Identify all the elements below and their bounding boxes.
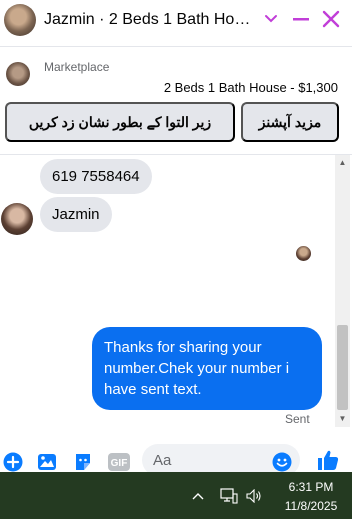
plus-icon[interactable] (3, 452, 23, 472)
avatar[interactable] (1, 203, 33, 235)
more-options-button[interactable]: مزید آپشنز (241, 102, 339, 142)
chevron-down-icon[interactable] (260, 8, 282, 30)
marketplace-label: Marketplace (44, 60, 110, 74)
scroll-down-arrow[interactable]: ▼ (335, 411, 350, 425)
emoji-icon[interactable] (272, 452, 292, 472)
message-status: Sent (285, 412, 310, 426)
message-list[interactable]: 619 7558464 Jazmin Thanks for sharing yo… (0, 155, 352, 427)
minimize-icon[interactable] (290, 8, 312, 30)
scroll-thumb[interactable] (337, 325, 348, 410)
scrollbar[interactable]: ▲ ▼ (335, 155, 350, 427)
chat-header: Jazmin · 2 Beds 1 Bath House · 2 Beds 1 … (0, 0, 352, 46)
listing-title[interactable]: 2 Beds 1 Bath House - $1,300 (164, 80, 338, 95)
listing-thumbnail[interactable] (6, 62, 30, 86)
header-divider (0, 46, 352, 47)
composer-bar: GIF (0, 428, 352, 476)
avatar[interactable] (4, 4, 36, 36)
chevron-up-icon[interactable] (189, 487, 207, 505)
clock-time[interactable]: 6:31 PM (275, 480, 347, 494)
volume-icon[interactable] (245, 487, 263, 505)
network-icon[interactable] (220, 487, 238, 505)
taskbar: 6:31 PM 11/8/2025 (0, 472, 352, 519)
gif-label: GIF (111, 458, 128, 469)
scroll-up-arrow[interactable]: ▲ (335, 155, 350, 169)
clock-date[interactable]: 11/8/2025 (275, 499, 347, 513)
photo-icon[interactable] (37, 452, 57, 472)
incoming-message: Jazmin (40, 197, 112, 232)
sticker-icon[interactable] (73, 452, 93, 472)
chat-title[interactable]: Jazmin · 2 Beds 1 Bath House · 2 Beds 1 … (44, 11, 259, 29)
gif-icon[interactable]: GIF (108, 452, 130, 472)
mark-as-pending-button[interactable]: زیر التوا کے بطور نشان زد کریں (5, 102, 235, 142)
outgoing-message: Thanks for sharing your number.Chek your… (92, 327, 322, 410)
read-receipt-avatar (296, 246, 311, 261)
incoming-message: 619 7558464 (40, 159, 152, 194)
close-icon[interactable] (320, 8, 342, 30)
like-icon[interactable] (316, 448, 340, 472)
